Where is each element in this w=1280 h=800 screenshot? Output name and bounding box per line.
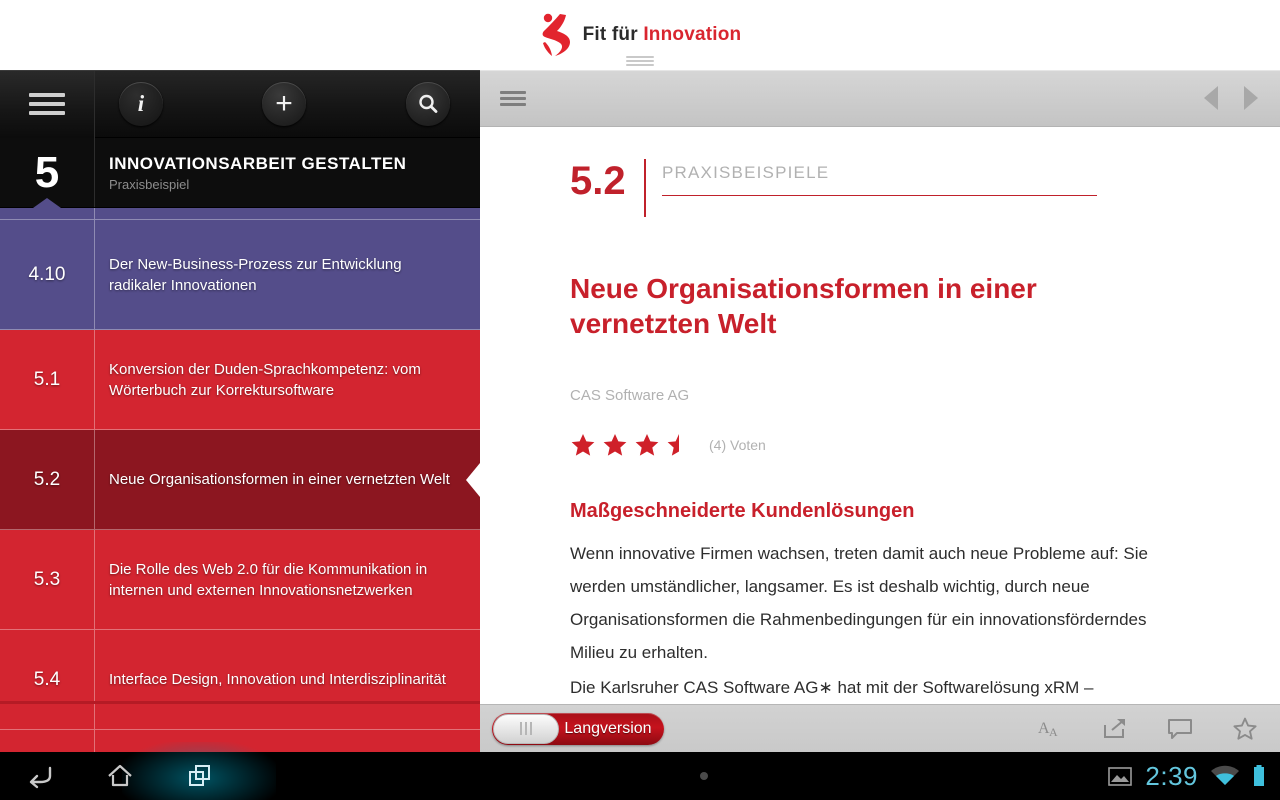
article-heading: Maßgeschneiderte Kundenlösungen [570,500,915,522]
info-icon: i [137,90,145,116]
brand-logo-group: Fit für Innovation [539,12,742,66]
menu-button[interactable] [0,70,95,138]
panel-bottom-edge [0,701,480,704]
comment-icon [1168,718,1192,739]
wifi-icon[interactable] [1210,765,1240,787]
toggle-knob[interactable] [493,713,559,744]
system-nav-spacer [300,772,1107,780]
bookmark-button[interactable] [1232,716,1258,741]
info-button[interactable]: i [119,81,163,126]
plus-icon: + [275,86,293,120]
list-item-number: 4.10 [0,220,95,329]
toc-list: 4.10 Der New-Business-Prozess zur Entwic… [0,208,480,752]
tablet-screen: Fit für Innovation i + 5 INNOVATIONSARBE… [0,0,1280,800]
chapter-number: 5 [0,138,95,207]
article-paragraph: Wenn innovative Firmen wachsen, treten d… [570,544,1148,662]
article-author: CAS Software AG [570,387,690,404]
brand-title-part1: Fit für [582,24,644,45]
list-item-number: 5.4 [0,630,95,729]
brand-bar: Fit für Innovation [0,0,1280,70]
search-button[interactable] [406,81,450,126]
chapter-notch-indicator [33,198,61,208]
bookmark-star-icon [1233,717,1257,740]
home-button[interactable] [80,752,160,800]
runner-logo-icon [542,13,570,56]
list-item-number: 5.2 [0,430,95,529]
back-button[interactable] [0,752,80,800]
rating-widget[interactable]: (4) Voten [570,432,1234,458]
recents-button[interactable] [160,752,240,800]
list-item[interactable]: 4.10 Der New-Business-Prozess zur Entwic… [0,220,480,330]
comment-button[interactable] [1166,717,1194,741]
battery-icon[interactable] [1252,764,1266,788]
drag-grip-icon[interactable] [500,90,526,106]
toc-list-top-sliver [0,208,480,220]
status-clock: 2:39 [1145,760,1198,791]
chevron-left-icon[interactable] [1204,86,1218,110]
chapter-title: INNOVATIONSARBEIT GESTALTEN [109,153,407,173]
font-size-button[interactable]: A A [1038,717,1064,741]
section-number: 5.2 [570,159,626,203]
screenshot-image-icon[interactable] [1107,765,1133,787]
page-title: Neue Organisationsformen in einer vernet… [570,273,1037,339]
list-item[interactable]: 5.4 Interface Design, Innovation und Int… [0,630,480,730]
chapter-text-group: INNOVATIONSARBEIT GESTALTEN Praxisbeispi… [95,138,480,207]
content-bottom-bar: Langversion A A [480,704,1280,752]
content-tools: A A [1038,716,1258,741]
system-nav-buttons [0,742,300,800]
content-toolbar [480,70,1280,127]
chapter-subtitle: Praxisbeispiel [109,176,190,192]
svg-text:A: A [1049,725,1058,739]
share-icon [1104,718,1125,738]
section-rule [662,195,1097,196]
recent-apps-icon [189,765,210,786]
share-button[interactable] [1102,717,1128,741]
list-item-label: Die Rolle des Web 2.0 für die Kommunikat… [109,560,428,599]
font-size-icon: A A [1038,720,1058,739]
star-rating[interactable] [570,432,692,458]
star-icon[interactable] [634,432,660,458]
section-kicker: PRAXISBEISPIELE [662,163,830,182]
brand-title: Fit für Innovation [583,24,742,46]
add-button[interactable]: + [262,81,306,126]
list-item-number: 5.1 [0,330,95,429]
content-pager [1204,86,1258,110]
search-icon [419,94,438,113]
list-item[interactable]: 5.3 Die Rolle des Web 2.0 für die Kommun… [0,530,480,630]
system-status-icons[interactable]: 2:39 [1107,761,1280,792]
section-divider [644,159,646,217]
list-item-label: Neue Organisationsformen in einer vernet… [109,471,450,488]
drag-grip-icon[interactable] [625,56,654,68]
langversion-toggle-label: Langversion [564,719,652,737]
navigation-toolbar: i + [0,70,480,138]
list-item-label: Interface Design, Innovation und Interdi… [109,671,446,688]
list-item-label: Der New-Business-Prozess zur Entwicklung… [109,255,402,294]
rating-count-label: (4) Voten [709,437,766,453]
chapter-header: 5 INNOVATIONSARBEIT GESTALTEN Praxisbeis… [0,138,480,208]
list-item-number: 5.3 [0,530,95,629]
list-item[interactable]: 5.1 Konversion der Duden-Sprachkompetenz… [0,330,480,430]
notification-dot-icon [699,772,708,780]
chevron-right-icon[interactable] [1244,86,1258,110]
article-paragraph: Die Karlsruher CAS Software AG∗ hat mit … [570,678,1094,697]
star-half-icon[interactable] [666,432,692,458]
section-header: 5.2 PRAXISBEISPIELE [570,159,1234,221]
home-icon [108,764,132,787]
back-arrow-icon [29,766,52,789]
brand-title-part2: Innovation [643,24,742,45]
star-icon[interactable] [602,432,628,458]
hamburger-menu-icon [29,92,65,115]
list-item-selected[interactable]: 5.2 Neue Organisationsformen in einer ve… [0,430,480,530]
star-icon[interactable] [570,432,596,458]
navigation-actions: i + [95,70,480,138]
article-body: 5.2 PRAXISBEISPIELE Neue Organisationsfo… [480,127,1280,752]
system-navigation-bar: 2:39 [0,742,1280,800]
selected-item-arrow-icon [466,462,480,497]
content-panel: 5.2 PRAXISBEISPIELE Neue Organisationsfo… [480,70,1280,752]
langversion-toggle[interactable]: Langversion [492,712,664,745]
toggle-grip-icon [520,722,532,735]
navigation-panel: i + 5 INNOVATIONSARBEIT GESTALTEN Praxis… [0,70,480,752]
list-item-label: Konversion der Duden-Sprachkompetenz: vo… [109,360,421,399]
